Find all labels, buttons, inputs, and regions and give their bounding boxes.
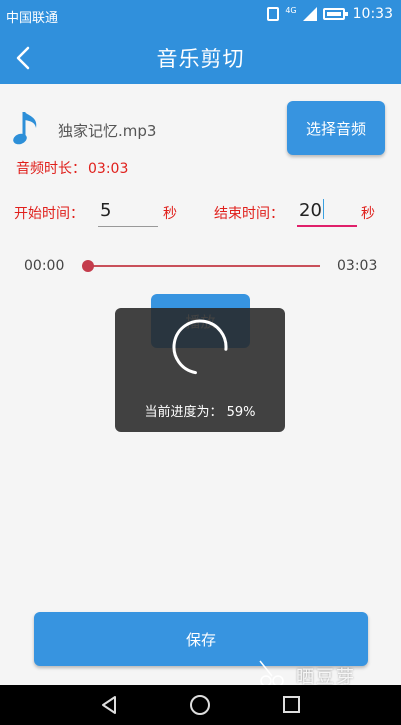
clock: 10:33 bbox=[352, 6, 393, 22]
status-bar: 中国联通 4G 10:33 bbox=[0, 0, 401, 30]
current-time: 00:00 bbox=[24, 258, 65, 274]
end-time-unit: 秒 bbox=[361, 206, 375, 222]
vibrate-icon bbox=[267, 7, 280, 21]
carrier-label: 中国联通 bbox=[6, 11, 59, 26]
page-title: 音乐剪切 bbox=[156, 47, 245, 71]
start-time-input[interactable]: 5 bbox=[98, 197, 158, 227]
duration-value: 03:03 bbox=[88, 161, 129, 177]
signal-icon bbox=[302, 7, 317, 21]
audio-duration: 音频时长： 03:03 bbox=[14, 158, 128, 178]
start-time-value: 5 bbox=[100, 200, 112, 221]
battery-icon bbox=[322, 8, 348, 20]
nav-recent-icon[interactable] bbox=[283, 696, 300, 713]
main-content: 独家记忆.mp3 选择音频 音频时长： 03:03 开始时间： 5 秒 结束时间：… bbox=[0, 84, 401, 688]
seek-bar[interactable] bbox=[87, 265, 320, 267]
text-cursor bbox=[322, 199, 324, 219]
start-time-unit: 秒 bbox=[163, 206, 177, 222]
nav-back-icon[interactable] bbox=[100, 695, 120, 715]
end-time-label: 结束时间： bbox=[214, 206, 284, 222]
spinner-icon bbox=[172, 319, 228, 375]
nav-home-icon[interactable] bbox=[190, 695, 210, 715]
progress-dialog: 当前进度为： 59% bbox=[115, 308, 285, 432]
end-time-value: 20 bbox=[299, 200, 322, 221]
status-icons: 4G 10:33 bbox=[267, 6, 393, 22]
progress-text: 当前进度为： 59% bbox=[144, 405, 256, 420]
start-time-label: 开始时间： bbox=[14, 206, 84, 222]
network-type-label: 4G bbox=[285, 6, 297, 15]
navigation-bar bbox=[0, 685, 401, 725]
music-note-icon bbox=[13, 112, 37, 145]
duration-label: 音频时长： bbox=[16, 161, 86, 177]
choose-audio-button[interactable]: 选择音频 bbox=[287, 101, 385, 155]
end-time-input[interactable]: 20 bbox=[297, 197, 357, 227]
file-name: 独家记忆.mp3 bbox=[58, 122, 157, 140]
total-time: 03:03 bbox=[337, 258, 378, 274]
app-bar: 音乐剪切 bbox=[0, 30, 401, 84]
seek-thumb[interactable] bbox=[82, 260, 94, 272]
